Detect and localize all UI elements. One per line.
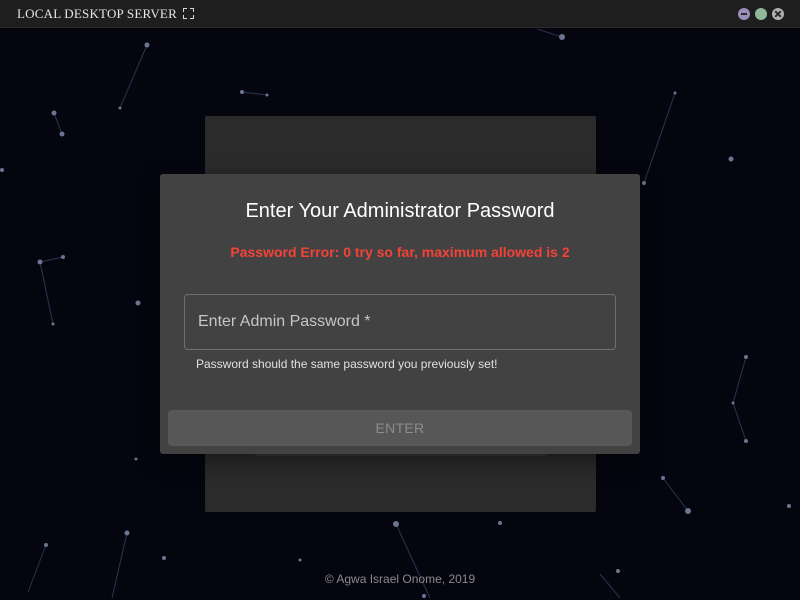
password-helper-text: Password should the same password you pr… — [196, 357, 498, 371]
password-error-message: Password Error: 0 try so far, maximum al… — [230, 244, 570, 260]
admin-password-input[interactable] — [185, 295, 615, 349]
admin-password-field[interactable] — [184, 294, 616, 350]
window-titlebar[interactable]: LOCAL DESKTOP SERVER — [0, 0, 800, 28]
admin-password-dialog: Enter Your Administrator Password Passwo… — [160, 174, 640, 454]
dialog-title: Enter Your Administrator Password — [245, 200, 555, 222]
maximize-button[interactable] — [755, 8, 767, 20]
minimize-button[interactable] — [738, 8, 750, 20]
copyright-footer: © Agwa Israel Onome, 2019 — [324, 572, 476, 586]
window-title: LOCAL DESKTOP SERVER — [17, 5, 177, 21]
close-button[interactable] — [772, 8, 784, 20]
window-controls — [738, 8, 784, 20]
enter-button[interactable]: ENTER — [168, 410, 632, 446]
fullscreen-icon[interactable] — [182, 8, 194, 19]
